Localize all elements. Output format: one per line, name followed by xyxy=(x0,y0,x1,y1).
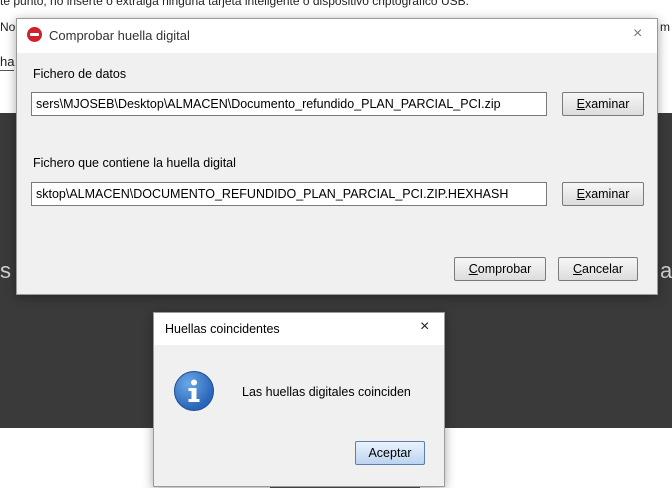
cancel-button[interactable]: Cancelar xyxy=(558,257,638,281)
popup-titlebar[interactable]: Huellas coincidentes × xyxy=(154,313,444,345)
accept-button[interactable]: Aceptar xyxy=(355,441,425,465)
browse-hash-file-label: xaminar xyxy=(584,187,630,201)
check-button-mnemonic: C xyxy=(468,262,478,276)
hash-file-label: Fichero que contiene la huella digital xyxy=(33,156,236,170)
browse-data-file-mnemonic: E xyxy=(576,97,585,111)
dialog-title: Comprobar huella digital xyxy=(49,28,190,43)
check-button-label: omprobar xyxy=(477,262,532,276)
cancel-button-mnemonic: C xyxy=(572,262,583,276)
popup-title: Huellas coincidentes xyxy=(165,322,280,336)
browse-data-file-button[interactable]: Examinar xyxy=(562,92,644,116)
cancel-button-label: ancelar xyxy=(582,262,624,276)
matching-fingerprints-popup: Huellas coincidentes × Las huellas digit… xyxy=(153,312,445,487)
popup-message: Las huellas digitales coinciden xyxy=(242,385,411,399)
browse-data-file-label: xaminar xyxy=(584,97,630,111)
info-icon xyxy=(174,371,214,411)
background-dark-left-char: s xyxy=(0,258,11,283)
popup-close-icon[interactable]: × xyxy=(420,318,429,336)
data-file-field[interactable]: sers\MJOSEB\Desktop\ALMACEN\Documento_re… xyxy=(31,92,547,116)
data-file-label: Fichero de datos xyxy=(33,67,127,81)
background-top-text: te punto, no inserte o extraiga ninguna … xyxy=(0,0,469,8)
dialog-titlebar[interactable]: Comprobar huella digital × xyxy=(17,19,657,53)
close-icon[interactable]: × xyxy=(633,25,642,43)
hash-file-field[interactable]: sktop\ALMACEN\DOCUMENTO_REFUNDIDO_PLAN_P… xyxy=(31,182,547,206)
browse-hash-file-mnemonic: E xyxy=(576,187,585,201)
check-button[interactable]: Comprobar xyxy=(454,257,546,281)
background-left-fragment: ha xyxy=(0,54,15,69)
browse-hash-file-button[interactable]: Examinar xyxy=(562,182,644,206)
background-dark-right-char: a xyxy=(660,258,672,283)
background-rule xyxy=(0,70,14,71)
background-right-fragment: m xyxy=(660,20,670,34)
check-fingerprint-dialog: Comprobar huella digital × Fichero de da… xyxy=(16,18,658,295)
app-logo-icon xyxy=(27,27,42,42)
